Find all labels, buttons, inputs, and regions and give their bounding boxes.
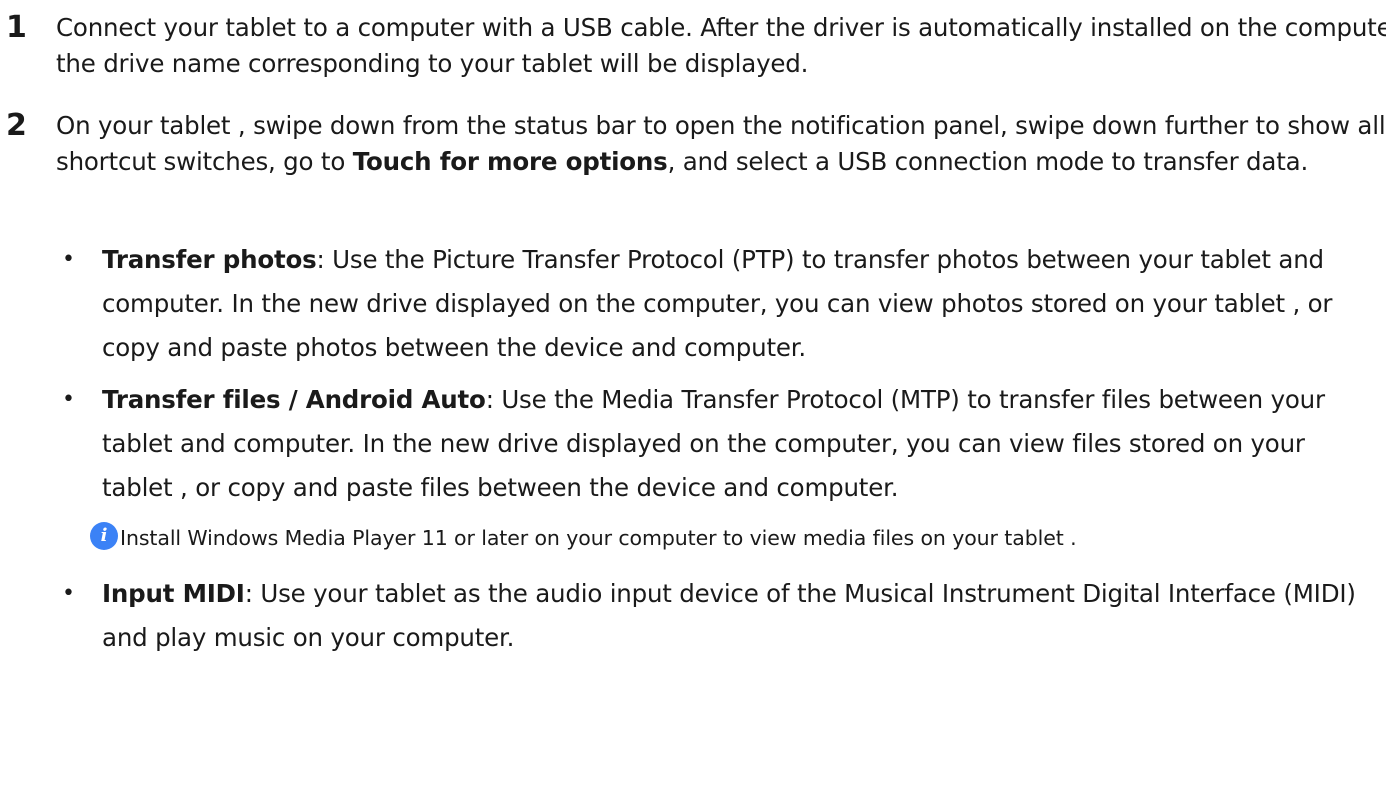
step-text-after: , and select a USB connection mode to tr… bbox=[667, 147, 1309, 176]
info-note: i Install Windows Media Player 11 or lat… bbox=[0, 518, 1370, 558]
list-item-text: : Use your tablet as the audio input dev… bbox=[102, 579, 1356, 652]
step-1: 1 Connect your tablet to a computer with… bbox=[0, 10, 1386, 82]
step-2: 2 On your tablet , swipe down from the s… bbox=[0, 108, 1386, 180]
bullet-icon: • bbox=[62, 247, 75, 272]
list-item-title: Transfer files / Android Auto bbox=[102, 385, 486, 414]
list-item-transfer-files: • Transfer files / Android Auto: Use the… bbox=[0, 378, 1370, 510]
usb-mode-list: • Transfer photos: Use the Picture Trans… bbox=[0, 238, 1370, 668]
bullet-icon: • bbox=[62, 387, 75, 412]
touch-for-more-options-label: Touch for more options bbox=[352, 147, 668, 176]
step-text: Connect your tablet to a computer with a… bbox=[56, 13, 1386, 78]
step-number: 1 bbox=[6, 10, 27, 45]
list-item-title: Input MIDI bbox=[102, 579, 245, 608]
list-item-transfer-photos: • Transfer photos: Use the Picture Trans… bbox=[0, 238, 1370, 370]
list-item-title: Transfer photos bbox=[102, 245, 317, 274]
document-page: 1 Connect your tablet to a computer with… bbox=[0, 0, 1386, 802]
step-number: 2 bbox=[6, 108, 27, 143]
bullet-icon: • bbox=[62, 581, 75, 606]
info-note-text: Install Windows Media Player 11 or later… bbox=[120, 526, 1077, 550]
list-item-input-midi: • Input MIDI: Use your tablet as the aud… bbox=[0, 572, 1370, 660]
info-icon: i bbox=[90, 522, 118, 550]
